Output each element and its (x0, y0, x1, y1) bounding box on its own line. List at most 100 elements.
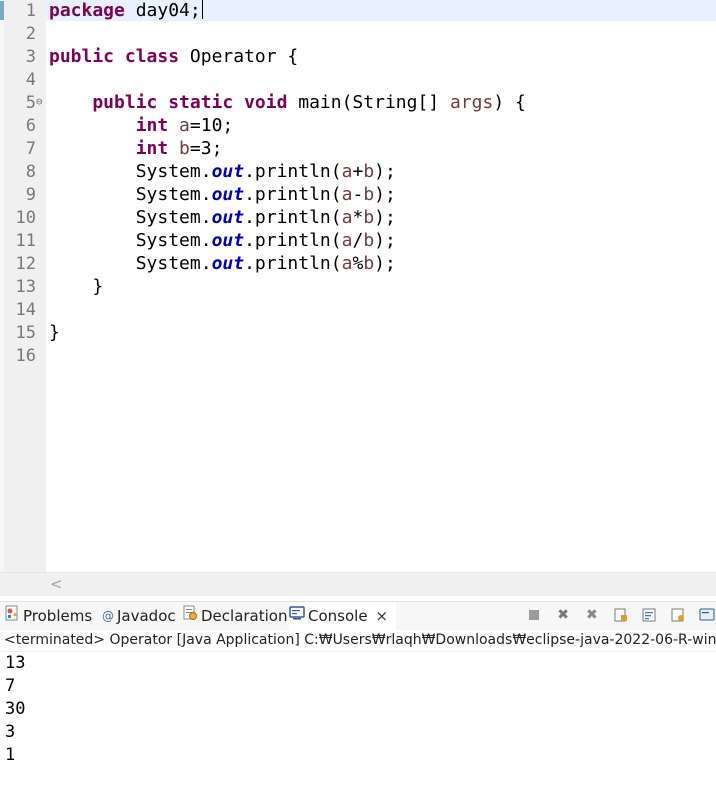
code-line[interactable]: 10 System.out.println(a*b); (0, 207, 716, 230)
code-line[interactable]: 15} (0, 322, 716, 345)
code-token: =10; (189, 115, 234, 136)
code-text[interactable]: System.out.println(a/b); (49, 230, 396, 252)
code-text[interactable]: public class Operator { (49, 46, 298, 68)
code-editor[interactable]: 1 package day04; 2 3 public class Operator {… (0, 0, 716, 572)
line-number: 4 (25, 70, 36, 90)
code-text[interactable]: public static void main(String[] args) { (49, 92, 526, 114)
tab-javadoc[interactable]: @ Javadoc (102, 602, 176, 631)
line-number: 1 (25, 1, 36, 21)
code-token: out (211, 184, 245, 205)
code-token: System. (49, 161, 212, 182)
code-token: int (49, 138, 180, 159)
code-lines[interactable]: 1 package day04; 2 3 public class Operator {… (0, 0, 716, 368)
code-token: a (341, 230, 353, 251)
horizontal-scrollbar[interactable]: < (0, 572, 716, 596)
word-wrap-icon[interactable] (640, 606, 658, 624)
problems-icon (4, 602, 20, 631)
code-token: b (363, 253, 375, 274)
remove-launch-icon[interactable]: ✖ (554, 606, 572, 624)
code-token: % (352, 253, 364, 274)
code-text[interactable]: } (49, 322, 60, 344)
code-token: out (211, 230, 245, 251)
scroll-left-arrow-icon[interactable]: < (50, 575, 63, 593)
console-output-line: 13 (5, 653, 26, 673)
line-number: 3 (25, 47, 36, 67)
code-token: out (211, 207, 245, 228)
scroll-lock-icon[interactable] (612, 606, 630, 624)
code-line[interactable]: 5 ⊖ public static void main(String[] args… (0, 92, 716, 115)
code-token: b (363, 230, 375, 251)
console-output-line: 3 (5, 722, 16, 742)
code-text[interactable]: } (49, 276, 103, 298)
declaration-icon (182, 602, 198, 631)
code-token: day04; (135, 0, 201, 21)
line-number: 6 (25, 116, 36, 136)
console-output[interactable]: 13 7 30 3 1 (0, 652, 716, 787)
code-token: .println( (244, 253, 342, 274)
pin-console-icon[interactable] (669, 606, 687, 624)
line-number: 5 (25, 93, 36, 113)
code-token: ); (374, 161, 396, 182)
code-token: - (352, 184, 364, 205)
tab-console[interactable]: Console × (289, 602, 397, 631)
tab-declaration-label: Declaration (201, 607, 288, 625)
code-token: System. (49, 207, 212, 228)
code-line[interactable]: 14 (0, 299, 716, 322)
line-number: 12 (15, 254, 36, 274)
code-text[interactable]: System.out.println(a+b); (49, 161, 396, 183)
code-token: b (179, 138, 190, 159)
remove-all-terminated-icon[interactable]: ✖ (583, 606, 601, 624)
tab-console-label: Console (308, 607, 368, 625)
code-token: } (49, 276, 104, 297)
code-text[interactable]: int a=10; (49, 115, 234, 137)
code-token: =3; (189, 138, 223, 159)
tab-declaration[interactable]: Declaration (182, 602, 287, 631)
code-line[interactable]: 13 } (0, 276, 716, 299)
console-icon (289, 602, 305, 631)
code-token: .println( (244, 161, 342, 182)
tab-problems[interactable]: Problems (4, 602, 92, 631)
code-line[interactable]: 3 public class Operator { (0, 46, 716, 69)
code-text[interactable]: System.out.println(a%b); (49, 253, 396, 275)
code-token: int (49, 115, 180, 136)
display-selected-console-icon[interactable] (698, 606, 716, 624)
code-token: b (363, 207, 375, 228)
code-line[interactable]: 6 int a=10; (0, 115, 716, 138)
code-token: ); (374, 253, 396, 274)
code-token: b (363, 184, 375, 205)
text-caret (201, 0, 203, 19)
code-text[interactable]: package day04; (49, 0, 203, 22)
code-token: a (341, 207, 353, 228)
code-line[interactable]: 7 int b=3; (0, 138, 716, 161)
code-text[interactable]: int b=3; (49, 138, 223, 160)
terminate-icon[interactable] (525, 606, 543, 624)
code-token: main(String[] (298, 92, 450, 113)
line-number: 14 (15, 300, 36, 320)
close-icon[interactable]: × (376, 607, 389, 625)
code-token: / (352, 230, 364, 251)
code-token: .println( (244, 207, 342, 228)
line-number: 9 (25, 185, 36, 205)
tab-javadoc-label: Javadoc (117, 607, 176, 625)
code-line[interactable]: 9 System.out.println(a-b); (0, 184, 716, 207)
code-line[interactable]: 11 System.out.println(a/b); (0, 230, 716, 253)
fold-toggle-icon[interactable]: ⊖ (36, 92, 46, 112)
code-line[interactable]: 16 (0, 345, 716, 368)
code-token: System. (49, 230, 212, 251)
code-line[interactable]: 4 (0, 69, 716, 92)
code-line[interactable]: 1 package day04; (0, 0, 716, 23)
line-number: 13 (15, 277, 36, 297)
console-output-line: 30 (5, 699, 26, 719)
code-line[interactable]: 8 System.out.println(a+b); (0, 161, 716, 184)
code-line[interactable]: 2 (0, 23, 716, 46)
line-number: 16 (15, 346, 36, 366)
code-token: a (341, 253, 353, 274)
line-number: 11 (15, 231, 36, 251)
code-text[interactable]: System.out.println(a-b); (49, 184, 396, 206)
code-token: System. (49, 253, 212, 274)
console-process-label: <terminated> Operator [Java Application]… (0, 630, 716, 652)
code-line[interactable]: 12 System.out.println(a%b); (0, 253, 716, 276)
code-token: .println( (244, 230, 342, 251)
code-text[interactable]: System.out.println(a*b); (49, 207, 396, 229)
bottom-view-tab-bar: Problems @ Javadoc Declaration Console × ✖… (0, 601, 716, 631)
